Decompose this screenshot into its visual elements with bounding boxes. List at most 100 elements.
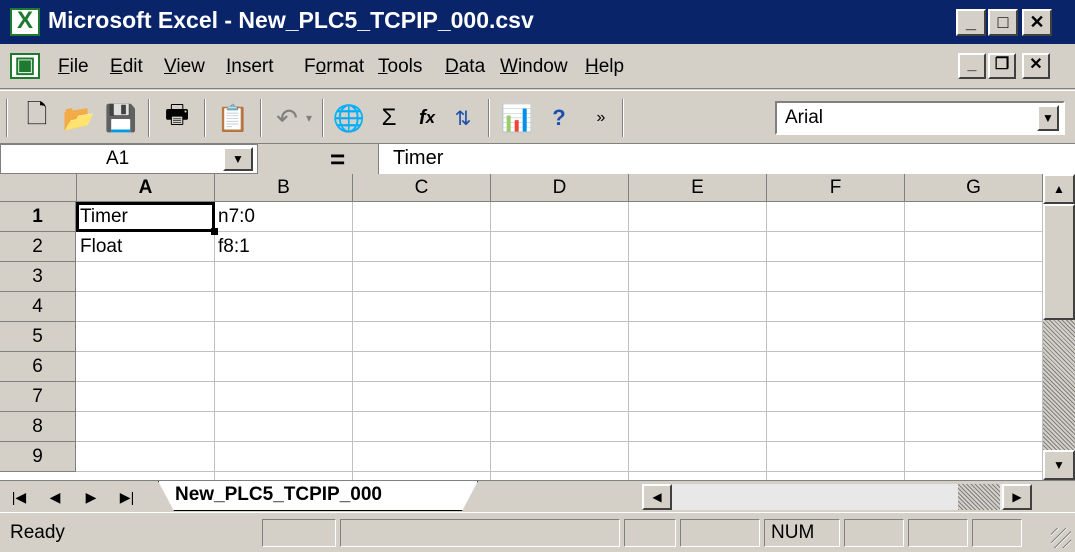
doc-restore-button[interactable]: ❐ — [988, 53, 1016, 79]
font-select-value: Arial — [785, 107, 824, 128]
resize-grip-icon[interactable] — [1051, 528, 1071, 548]
menu-data[interactable]: Data — [445, 56, 485, 78]
status-panel — [972, 519, 1022, 547]
gridline — [76, 261, 1043, 262]
first-sheet-icon[interactable]: |◀ — [4, 484, 34, 510]
row-header-3[interactable]: 3 — [0, 262, 76, 292]
sheet-tab-label: New_PLC5_TCPIP_000 — [175, 484, 382, 505]
menu-insert[interactable]: Insert — [226, 56, 274, 78]
status-panel — [908, 519, 968, 547]
doc-close-button[interactable]: ✕ — [1022, 53, 1050, 79]
workbook-icon[interactable]: ▣ — [10, 52, 40, 79]
next-sheet-icon[interactable]: ▶ — [76, 484, 106, 510]
scroll-right-icon[interactable]: ▶ — [1002, 484, 1032, 510]
column-header-c[interactable]: C — [353, 174, 491, 202]
sheet-tab[interactable]: New_PLC5_TCPIP_000 — [158, 481, 478, 511]
column-header-f[interactable]: F — [767, 174, 905, 202]
scroll-up-icon[interactable]: ▲ — [1043, 174, 1075, 204]
standard-toolbar: 🗋 📂 💾 🖶 📋 ↶ ▾ 🌐 Σ fx ⇅ 📊 ? » Arial ▼ — [0, 90, 1075, 144]
row-header-4[interactable]: 4 — [0, 292, 76, 322]
help-icon[interactable]: ? — [540, 99, 578, 137]
vertical-scroll-track[interactable] — [1043, 320, 1075, 450]
paste-icon[interactable]: 📋 — [214, 99, 252, 137]
prev-sheet-icon[interactable]: ◀ — [40, 484, 70, 510]
cell-b1[interactable]: n7:0 — [218, 206, 255, 228]
horizontal-scrollbar[interactable]: ◀ ▶ — [642, 484, 1032, 510]
toolbar-separator — [260, 99, 262, 137]
chevron-down-icon[interactable]: ▼ — [223, 147, 253, 171]
worksheet-grid[interactable]: A B C D E F G 1 2 3 4 5 6 7 8 9 Timer n7:0 Float f8:1 — [0, 174, 1043, 480]
menu-window[interactable]: Window — [500, 56, 568, 78]
vertical-scroll-thumb[interactable] — [1043, 204, 1075, 320]
more-icon[interactable]: » — [582, 99, 620, 137]
autosum-icon[interactable]: Σ — [370, 99, 408, 137]
select-all-button[interactable] — [0, 174, 77, 202]
menu-file[interactable]: File — [58, 56, 89, 78]
row-header-5[interactable]: 5 — [0, 322, 76, 352]
undo-dropdown-icon[interactable]: ▾ — [300, 99, 318, 137]
row-header-9[interactable]: 9 — [0, 442, 76, 472]
status-text: Ready — [10, 522, 65, 543]
save-icon[interactable]: 💾 — [102, 99, 140, 137]
column-header-g[interactable]: G — [905, 174, 1043, 202]
toolbar-separator — [488, 99, 490, 137]
doc-minimize-button[interactable]: _ — [958, 53, 986, 79]
column-header-b[interactable]: B — [215, 174, 353, 202]
fill-handle[interactable] — [211, 228, 218, 235]
menu-tools[interactable]: Tools — [378, 56, 422, 78]
toolbar-separator — [204, 99, 206, 137]
sort-ascending-icon[interactable]: ⇅ — [444, 99, 482, 137]
menu-view[interactable]: View — [164, 56, 205, 78]
column-header-d[interactable]: D — [491, 174, 629, 202]
gridline — [76, 441, 1043, 442]
menu-format[interactable]: Format — [304, 56, 364, 78]
cell-b2[interactable]: f8:1 — [218, 236, 250, 258]
gridline — [76, 411, 1043, 412]
menu-help[interactable]: Help — [585, 56, 624, 78]
chart-wizard-icon[interactable]: 📊 — [498, 99, 536, 137]
row-header-2[interactable]: 2 — [0, 232, 76, 262]
close-button[interactable]: ✕ — [1022, 9, 1052, 36]
excel-icon[interactable]: X — [10, 7, 40, 36]
row-header-7[interactable]: 7 — [0, 382, 76, 412]
status-panel — [844, 519, 904, 547]
minimize-button[interactable]: _ — [956, 9, 986, 36]
horizontal-scroll-thumb[interactable] — [958, 484, 1000, 510]
row-header-8[interactable]: 8 — [0, 412, 76, 442]
gridline — [76, 291, 1043, 292]
font-select[interactable]: Arial ▼ — [775, 101, 1065, 135]
status-bar: Ready NUM — [0, 512, 1075, 552]
column-header-a[interactable]: A — [77, 174, 215, 202]
active-cell-border — [76, 202, 215, 232]
open-icon[interactable]: 📂 — [60, 99, 98, 137]
vertical-scrollbar[interactable]: ▲ ▼ — [1043, 174, 1075, 480]
title-bar[interactable]: X Microsoft Excel - New_PLC5_TCPIP_000.c… — [0, 0, 1075, 44]
row-header-6[interactable]: 6 — [0, 352, 76, 382]
menu-edit[interactable]: Edit — [110, 56, 143, 78]
column-header-e[interactable]: E — [629, 174, 767, 202]
gridline — [76, 321, 1043, 322]
status-panel — [262, 519, 336, 547]
print-icon[interactable]: 🖶 — [158, 99, 196, 137]
gridline — [76, 381, 1043, 382]
chevron-down-icon[interactable]: ▼ — [1037, 105, 1059, 131]
last-sheet-icon[interactable]: ▶| — [112, 484, 142, 510]
maximize-button[interactable]: □ — [988, 9, 1018, 36]
num-lock-indicator: NUM — [764, 519, 840, 547]
formula-input[interactable]: Timer — [378, 144, 1075, 174]
gridline — [352, 202, 353, 480]
scroll-left-icon[interactable]: ◀ — [642, 484, 672, 510]
name-box[interactable]: A1 ▼ — [0, 144, 258, 174]
edit-formula-icon[interactable]: = — [330, 144, 345, 175]
gridline — [76, 351, 1043, 352]
function-icon[interactable]: fx — [408, 99, 446, 137]
formula-value: Timer — [393, 147, 444, 169]
cell-a2[interactable]: Float — [80, 236, 122, 258]
gridline — [76, 471, 1043, 472]
row-header-1[interactable]: 1 — [0, 202, 76, 232]
new-icon[interactable]: 🗋 — [18, 99, 56, 137]
toolbar-grip[interactable] — [6, 99, 8, 137]
web-icon[interactable]: 🌐 — [330, 99, 368, 137]
toolbar-separator — [148, 99, 150, 137]
scroll-down-icon[interactable]: ▼ — [1043, 450, 1075, 480]
